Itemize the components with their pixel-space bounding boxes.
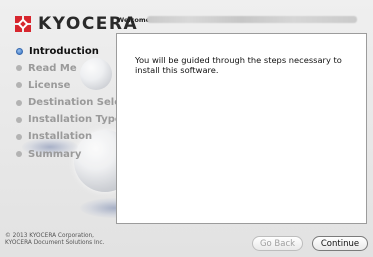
step-license: License	[16, 77, 132, 93]
step-indicator-icon	[16, 82, 22, 89]
step-label: Installation Type	[28, 114, 122, 126]
step-label: Introduction	[29, 45, 99, 57]
header-redacted-text	[147, 16, 357, 23]
page-title: Welcome	[117, 16, 151, 24]
step-label: Summary	[28, 148, 82, 160]
step-indicator-icon	[16, 99, 22, 106]
step-indicator-icon	[16, 133, 22, 140]
step-installation-type: Installation Type	[16, 112, 132, 128]
installer-window: KYOCERA Introduction Read Me License Des…	[0, 0, 373, 257]
installer-steps: Introduction Read Me License Destination…	[16, 43, 132, 163]
copyright-line: KYOCERA Document Solutions Inc.	[5, 240, 105, 246]
step-introduction: Introduction	[16, 43, 132, 59]
step-indicator-icon	[16, 116, 22, 123]
step-label: License	[28, 79, 71, 91]
go-back-button[interactable]: Go Back	[252, 236, 303, 251]
step-label: Installation	[28, 131, 93, 143]
step-indicator-icon	[16, 47, 23, 55]
step-read-me: Read Me	[16, 60, 132, 76]
copyright-notice: © 2013 KYOCERA Corporation, KYOCERA Docu…	[5, 233, 104, 247]
content-pane: You will be guided through the steps nec…	[116, 33, 367, 224]
step-installation: Installation	[16, 129, 132, 145]
kyocera-logo-icon	[15, 16, 31, 32]
step-indicator-icon	[16, 65, 22, 72]
copyright-line: © 2013 KYOCERA Corporation,	[5, 233, 95, 239]
intro-message: You will be guided through the steps nec…	[135, 55, 342, 75]
step-summary: Summary	[16, 146, 132, 162]
step-indicator-icon	[16, 151, 22, 158]
step-destination-select: Destination Select	[16, 95, 132, 111]
continue-button[interactable]: Continue	[312, 236, 368, 251]
step-label: Read Me	[28, 62, 77, 74]
